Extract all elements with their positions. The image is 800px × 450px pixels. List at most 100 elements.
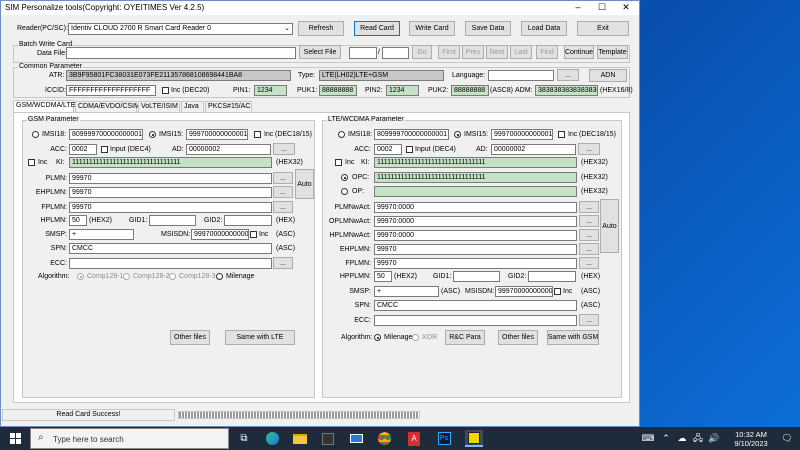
- tab-cdma-evdo-csim[interactable]: CDMA/EVDO/CSIM: [75, 101, 140, 112]
- maximize-icon[interactable]: ☐: [591, 1, 613, 15]
- iccid-field[interactable]: FFFFFFFFFFFFFFFFFFF: [66, 85, 156, 96]
- gsm-ad-browse-button[interactable]: ...: [273, 143, 295, 155]
- lte-other-files-button[interactable]: Other files: [498, 330, 538, 345]
- read-card-button[interactable]: Read Card: [354, 21, 400, 36]
- lte-ad-field[interactable]: 00000002: [491, 144, 576, 155]
- gsm-ecc-field[interactable]: [69, 258, 272, 269]
- language-browse-button[interactable]: ...: [557, 69, 579, 81]
- lte-ecc-browse-button[interactable]: ...: [579, 314, 599, 326]
- gsm-milenage-radio[interactable]: [216, 273, 223, 280]
- lte-plmnwact-browse-button[interactable]: ...: [579, 201, 599, 213]
- iccid-inc-checkbox[interactable]: [162, 87, 169, 94]
- lte-imsi15-field[interactable]: 999700000000001: [491, 129, 553, 140]
- lte-plmnwact-field[interactable]: 99970:0000: [374, 202, 577, 213]
- lte-fplmn-browse-button[interactable]: ...: [579, 257, 599, 269]
- chrome-icon[interactable]: [375, 430, 393, 447]
- reader-select[interactable]: Identiv CLOUD 2700 R Smart Card Reader 0…: [68, 23, 293, 35]
- gsm-ki-inc-checkbox[interactable]: [28, 159, 35, 166]
- gsm-input-dec4-checkbox[interactable]: [101, 146, 108, 153]
- gsm-msisdn-inc-checkbox[interactable]: [250, 231, 257, 238]
- gsm-comp128-3-radio[interactable]: [169, 273, 176, 280]
- lte-msisdn-inc-checkbox[interactable]: [554, 288, 561, 295]
- pin1-field[interactable]: 1234: [254, 85, 287, 96]
- pin2-field[interactable]: 1234: [386, 85, 419, 96]
- gsm-smsp-field[interactable]: +: [69, 229, 134, 240]
- same-with-gsm-button[interactable]: Same with GSM: [547, 330, 599, 345]
- lte-ki-field[interactable]: 11111111111111111111111111111111: [374, 157, 577, 168]
- gsm-ad-field[interactable]: 00000002: [186, 144, 271, 155]
- next-button[interactable]: Next: [486, 45, 508, 59]
- close-icon[interactable]: ✕: [615, 1, 637, 15]
- clock-date[interactable]: 9/10/2023: [731, 439, 771, 448]
- taskbar-search-box[interactable]: ⌕ Type here to search: [30, 428, 229, 449]
- photoshop-icon[interactable]: Ps: [435, 430, 453, 447]
- edge-icon[interactable]: [263, 430, 281, 447]
- lte-fplmn-field[interactable]: 99970: [374, 258, 577, 269]
- clock-time[interactable]: 10:32 AM: [731, 430, 771, 439]
- lte-imsi18-field[interactable]: 809999700000000001: [374, 129, 449, 140]
- refresh-button[interactable]: Refresh: [298, 21, 344, 36]
- gsm-imsi15-field[interactable]: 999700000000001: [186, 129, 248, 140]
- sim-tool-taskbar-icon[interactable]: [465, 430, 483, 447]
- lte-ki-inc-checkbox[interactable]: [335, 159, 342, 166]
- notification-icon[interactable]: 🗨: [778, 430, 796, 447]
- lte-imsi-inc-checkbox[interactable]: [558, 131, 565, 138]
- title-bar[interactable]: SIM Personalize tools(Copyright: OYEITIM…: [1, 1, 639, 15]
- adn-button[interactable]: ADN: [589, 69, 627, 82]
- gsm-plmn-field[interactable]: 99970: [69, 173, 272, 184]
- keyboard-icon[interactable]: ⌨: [639, 430, 657, 447]
- lte-opc-field[interactable]: 11111111111111111111111111111111: [374, 172, 577, 183]
- lte-hpplmn-field[interactable]: 50: [374, 271, 392, 282]
- lte-msisdn-field[interactable]: 9997000000000001: [495, 286, 553, 297]
- gsm-msisdn-field[interactable]: 9997000000000001: [191, 229, 249, 240]
- gsm-hplmn-field[interactable]: 50: [69, 215, 87, 226]
- lte-auto-button[interactable]: Auto: [600, 199, 619, 253]
- task-view-icon[interactable]: ⧉: [235, 430, 253, 447]
- lte-op-field[interactable]: [374, 186, 577, 197]
- adm-field[interactable]: 3838383838383838: [535, 85, 598, 96]
- gsm-gid2-field[interactable]: [224, 215, 272, 226]
- lte-spn-field[interactable]: CMCC: [374, 300, 577, 311]
- load-data-button[interactable]: Load Data: [521, 21, 567, 36]
- exit-button[interactable]: Exit: [577, 21, 629, 36]
- lte-oplmnwact-field[interactable]: 99970:0000: [374, 216, 577, 227]
- lte-ehplmn-field[interactable]: 99970: [374, 244, 577, 255]
- tab-pkcs15-ac[interactable]: PKCS#15/AC: [205, 101, 252, 112]
- gsm-acc-field[interactable]: 0002: [69, 144, 97, 155]
- lte-hplmnwact-field[interactable]: 99970:0000: [374, 230, 577, 241]
- gsm-imsi18-field[interactable]: 809999700000000001: [69, 129, 143, 140]
- gsm-fplmn-browse-button[interactable]: ...: [273, 201, 293, 213]
- gsm-fplmn-field[interactable]: 99970: [69, 202, 272, 213]
- minimize-icon[interactable]: –: [567, 1, 589, 15]
- language-input[interactable]: [488, 70, 554, 81]
- gsm-auto-button[interactable]: Auto: [295, 169, 314, 199]
- select-file-button[interactable]: Select File: [299, 45, 341, 59]
- gsm-other-files-button[interactable]: Other files: [170, 330, 210, 345]
- puk2-field[interactable]: 88888888: [451, 85, 489, 96]
- lte-imsi15-radio[interactable]: [454, 131, 461, 138]
- write-card-button[interactable]: Write Card: [409, 21, 455, 36]
- windows-start-icon[interactable]: [6, 430, 24, 447]
- template-button[interactable]: Template: [597, 45, 628, 59]
- prev-button[interactable]: Prev: [462, 45, 484, 59]
- find-button[interactable]: Find: [536, 45, 558, 59]
- lte-opc-radio[interactable]: [341, 174, 348, 181]
- lte-gid2-field[interactable]: [528, 271, 576, 282]
- continue-button[interactable]: Continue: [564, 45, 594, 59]
- lte-op-radio[interactable]: [341, 188, 348, 195]
- store-icon[interactable]: [319, 430, 337, 447]
- puk1-field[interactable]: 88888888: [319, 85, 357, 96]
- lte-acc-field[interactable]: 0002: [374, 144, 402, 155]
- lte-input-dec4-checkbox[interactable]: [406, 146, 413, 153]
- gsm-ki-field[interactable]: 11111111111111111111111111111111: [69, 157, 272, 168]
- lte-hplmnwact-browse-button[interactable]: ...: [579, 229, 599, 241]
- rc-para-button[interactable]: R&C Para: [445, 330, 485, 345]
- gsm-spn-field[interactable]: CMCC: [69, 243, 272, 254]
- record-index-input[interactable]: [349, 47, 377, 59]
- lte-smsp-field[interactable]: +: [374, 286, 439, 297]
- lte-imsi18-radio[interactable]: [338, 131, 345, 138]
- data-file-input[interactable]: [66, 47, 296, 59]
- tab-java[interactable]: Java: [181, 101, 204, 112]
- gsm-ehplmn-field[interactable]: 99970: [69, 187, 272, 198]
- lte-ecc-field[interactable]: [374, 315, 577, 326]
